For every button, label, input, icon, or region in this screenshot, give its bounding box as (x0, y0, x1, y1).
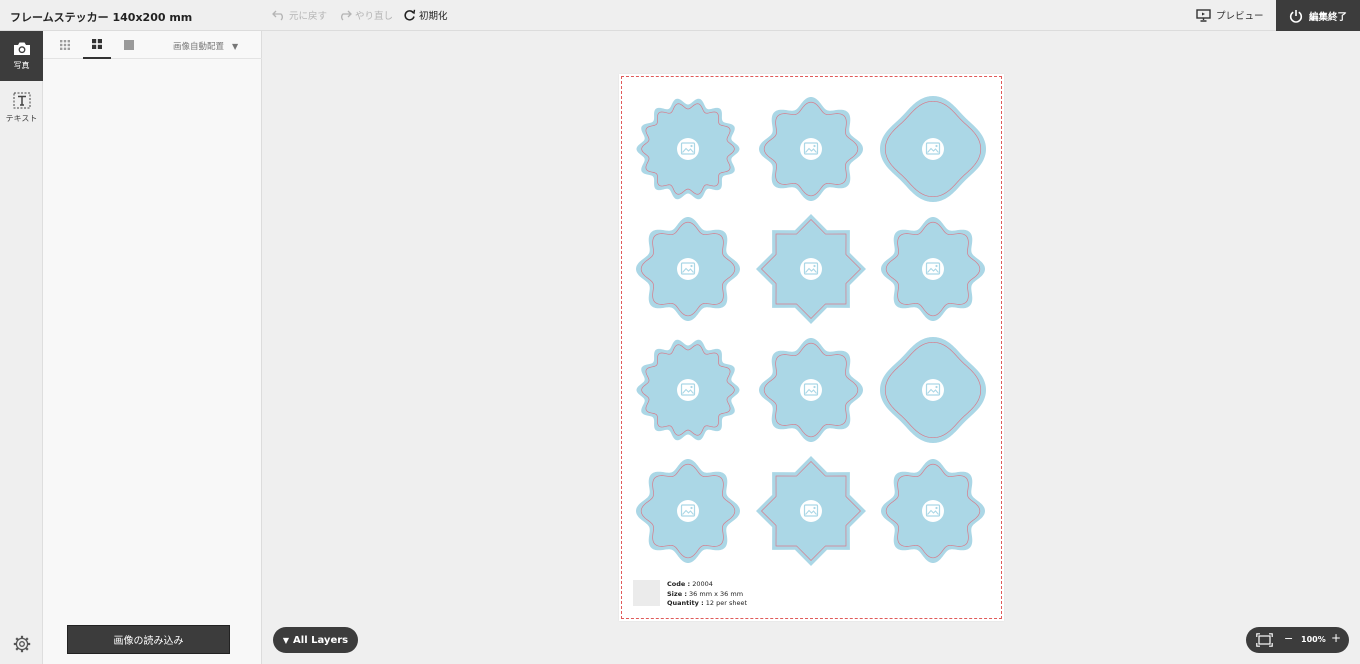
redo-button[interactable]: やり直し (338, 8, 393, 22)
fit-screen-icon[interactable] (1256, 633, 1273, 647)
camera-icon (13, 42, 30, 55)
view-mode-tabs: 画像自動配置 ▼ (43, 31, 262, 59)
top-bar: フレームステッカー 140x200 mm 元に戻す やり直し 初期化 プレビュー… (0, 0, 1360, 31)
sticker-slot[interactable] (633, 335, 743, 445)
finish-label: 編集終了 (1308, 11, 1347, 23)
image-placeholder-icon (677, 500, 699, 522)
all-layers-button[interactable]: ▼ All Layers (273, 627, 358, 653)
zoom-level: 100% (1301, 635, 1326, 644)
monitor-icon (1196, 8, 1211, 22)
image-placeholder-icon (677, 258, 699, 280)
sticker-slot[interactable] (633, 94, 743, 204)
text-tool-icon (13, 92, 30, 109)
rail-item-text[interactable]: テキスト (0, 83, 43, 133)
caret-down-icon: ▼ (232, 41, 239, 51)
sticker-slot[interactable] (756, 214, 866, 324)
sticker-slot[interactable] (878, 456, 988, 566)
sticker-slot[interactable] (756, 456, 866, 566)
code-value: 20004 (692, 580, 713, 588)
medium-grid-icon (92, 39, 102, 49)
rail-photo-label: 写真 (13, 61, 30, 70)
redo-label: やり直し (355, 11, 394, 22)
preview-label: プレビュー (1216, 11, 1264, 22)
size-value: 36 mm x 36 mm (689, 589, 744, 598)
redo-icon (341, 10, 352, 21)
tab-medium-grid[interactable] (83, 31, 111, 59)
preview-button[interactable]: プレビュー (1196, 8, 1264, 22)
code-label: Code : (667, 580, 691, 588)
tab-large-view[interactable] (115, 31, 143, 59)
quantity-value: 12 per sheet (705, 599, 748, 607)
sticker-slot[interactable] (633, 214, 743, 324)
sheet-info: Code : 20004 Size : 36 mm x 36 mm Quanti… (667, 580, 747, 609)
load-images-button[interactable]: 画像の読み込み (67, 625, 230, 654)
document-title: フレームステッカー 140x200 mm (10, 11, 193, 24)
triangle-down-icon: ▼ (282, 635, 290, 645)
image-placeholder-icon (922, 258, 944, 280)
refresh-icon (404, 9, 416, 21)
quantity-label: Quantity : (667, 599, 704, 607)
power-icon (1289, 9, 1303, 23)
layers-label: All Layers (293, 634, 349, 646)
image-placeholder-icon (800, 500, 822, 522)
photo-panel: 画像自動配置 ▼ 画像の読み込み (43, 31, 262, 664)
rail-text-label: テキスト (5, 114, 38, 123)
image-placeholder-icon (677, 379, 699, 401)
tool-rail: 写真 テキスト (0, 31, 43, 664)
reset-label: 初期化 (419, 11, 448, 22)
zoom-in-button[interactable]: + (1331, 631, 1341, 645)
sticker-slot[interactable] (756, 94, 866, 204)
undo-button[interactable]: 元に戻す (272, 8, 327, 22)
image-placeholder-icon (800, 138, 822, 160)
sticker-slot[interactable] (878, 214, 988, 324)
sticker-slot[interactable] (878, 335, 988, 445)
sticker-sheet[interactable]: Code : 20004 Size : 36 mm x 36 mm Quanti… (619, 74, 1004, 621)
size-label: Size : (667, 589, 687, 598)
settings-gear-icon[interactable] (12, 634, 32, 654)
rail-item-photo[interactable]: 写真 (0, 31, 43, 81)
image-placeholder-icon (800, 258, 822, 280)
sticker-slot[interactable] (756, 335, 866, 445)
sticker-slot[interactable] (878, 94, 988, 204)
tab-small-grid[interactable] (51, 31, 79, 59)
undo-label: 元に戻す (289, 11, 328, 22)
sticker-slot[interactable] (633, 456, 743, 566)
small-grid-icon (60, 40, 70, 50)
large-square-icon (124, 40, 134, 50)
info-swatch (633, 580, 660, 606)
image-placeholder-icon (922, 500, 944, 522)
image-placeholder-icon (800, 379, 822, 401)
reset-button[interactable]: 初期化 (403, 8, 448, 22)
zoom-controls: − 100% + (1246, 627, 1349, 653)
image-placeholder-icon (677, 138, 699, 160)
zoom-out-button[interactable]: − (1284, 632, 1293, 645)
auto-layout-label: 画像自動配置 (173, 42, 225, 52)
auto-layout-dropdown[interactable]: 画像自動配置 ▼ (173, 40, 239, 53)
undo-icon (272, 10, 283, 21)
image-placeholder-icon (922, 138, 944, 160)
finish-editing-button[interactable]: 編集終了 (1276, 0, 1360, 31)
image-placeholder-icon (922, 379, 944, 401)
